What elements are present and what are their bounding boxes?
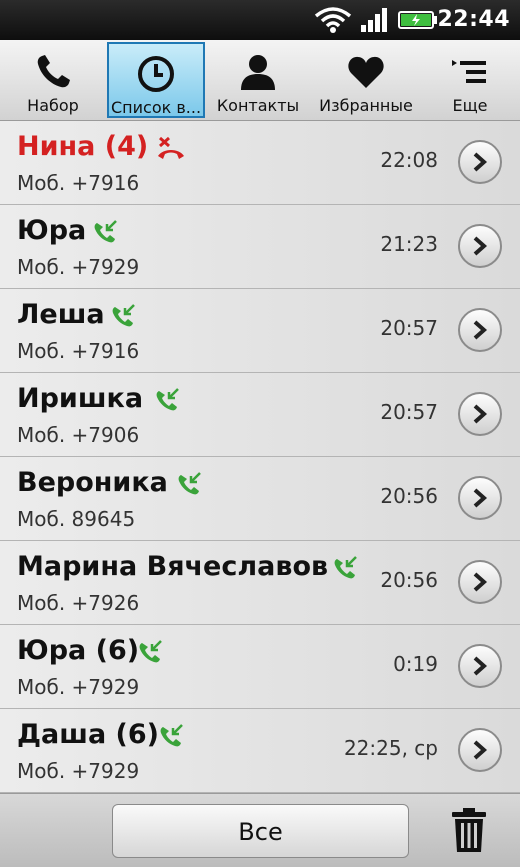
chevron-right-icon [473, 488, 488, 508]
call-log-list: Нина (4) Моб. +7916 22:08 Юра Моб. +7929… [0, 121, 520, 793]
phone-number: Моб. +7916 [17, 339, 140, 363]
tab-contacts-label: Контакты [216, 96, 300, 115]
tab-call-log[interactable]: Список в... [107, 42, 205, 118]
incoming-call-icon [160, 724, 183, 747]
call-time: 0:19 [393, 652, 438, 676]
incoming-call-icon [139, 640, 162, 663]
contact-name: Иришка [17, 383, 144, 414]
call-details-button[interactable] [458, 224, 502, 268]
phone-number: Моб. +7926 [17, 591, 140, 615]
call-row[interactable]: Леша Моб. +7916 20:57 [0, 289, 520, 373]
phone-number: Моб. +7929 [17, 759, 140, 783]
call-time: 20:57 [380, 400, 438, 424]
call-time: 22:08 [380, 148, 438, 172]
incoming-call-icon [94, 220, 117, 243]
contact-name: Марина Вячеславовна [17, 551, 327, 582]
contact-name: Вероника [17, 467, 168, 498]
call-details-button[interactable] [458, 728, 502, 772]
call-row[interactable]: Юра (6) Моб. +7929 0:19 [0, 625, 520, 709]
call-time: 20:57 [380, 316, 438, 340]
tab-call-log-label: Список в... [111, 98, 201, 117]
call-details-button[interactable] [458, 140, 502, 184]
chevron-right-icon [473, 740, 488, 760]
status-time: 22:44 [437, 7, 510, 32]
contact-name: Даша (6) [17, 719, 160, 750]
call-row[interactable]: Марина Вячеславовна Моб. +7926 20:56 [0, 541, 520, 625]
tab-contacts[interactable]: Контакты [208, 42, 308, 118]
call-row[interactable]: Юра Моб. +7929 21:23 [0, 205, 520, 289]
phone-number: Моб. +7929 [17, 675, 140, 699]
trash-icon[interactable] [450, 808, 488, 854]
tab-more-label: Еще [452, 96, 488, 115]
person-icon [241, 55, 275, 90]
wifi-icon [314, 7, 352, 33]
signal-icon [361, 8, 387, 32]
chevron-right-icon [473, 572, 488, 592]
clock-icon [138, 56, 174, 92]
call-details-button[interactable] [458, 476, 502, 520]
heart-icon [348, 56, 384, 88]
contact-name-clip: Марина Вячеславовна [17, 551, 327, 591]
tab-favorites-label: Избранные [319, 96, 413, 115]
chevron-right-icon [473, 236, 488, 256]
call-time: 21:23 [380, 232, 438, 256]
tab-dialer[interactable]: Набор [2, 42, 104, 118]
call-details-button[interactable] [458, 644, 502, 688]
call-row[interactable]: Иришка Моб. +7906 20:57 [0, 373, 520, 457]
call-row[interactable]: Нина (4) Моб. +7916 22:08 [0, 121, 520, 205]
status-bar: 22:44 [0, 0, 520, 40]
chevron-right-icon [473, 656, 488, 676]
call-details-button[interactable] [458, 308, 502, 352]
missed-call-icon [158, 136, 184, 159]
incoming-call-icon [178, 472, 201, 495]
chevron-right-icon [473, 404, 488, 424]
incoming-call-icon [334, 556, 357, 579]
tab-bar: Набор Список в... Контакты Избранные Еще [0, 40, 520, 121]
filter-all-button[interactable]: Все [112, 804, 409, 858]
phone-screen: 22:44 Набор Список в... Контакты Избранн… [0, 0, 520, 867]
phone-icon [37, 55, 70, 88]
phone-number: Моб. +7906 [17, 423, 140, 447]
call-row[interactable]: Вероника Моб. 89645 20:56 [0, 457, 520, 541]
tab-dialer-label: Набор [27, 96, 79, 115]
contact-name: Леша [17, 299, 105, 330]
chevron-right-icon [473, 152, 488, 172]
call-row[interactable]: Даша (6) Моб. +7929 22:25, ср [0, 709, 520, 793]
contact-name: Нина (4) [17, 131, 149, 162]
contact-name: Юра [17, 215, 87, 246]
battery-charging-icon [398, 11, 437, 29]
incoming-call-icon [112, 304, 135, 327]
call-time: 20:56 [380, 568, 438, 592]
call-details-button[interactable] [458, 392, 502, 436]
phone-number: Моб. +7916 [17, 171, 140, 195]
contact-name: Юра (6) [17, 635, 140, 666]
call-details-button[interactable] [458, 560, 502, 604]
tab-favorites[interactable]: Избранные [311, 42, 421, 118]
phone-number: Моб. +7929 [17, 255, 140, 279]
call-time: 20:56 [380, 484, 438, 508]
more-list-icon [452, 60, 486, 83]
chevron-right-icon [473, 320, 488, 340]
phone-number: Моб. 89645 [17, 507, 136, 531]
call-time: 22:25, ср [343, 736, 438, 760]
bottom-bar: Все [0, 793, 520, 867]
incoming-call-icon [156, 388, 179, 411]
tab-more[interactable]: Еще [424, 42, 516, 118]
